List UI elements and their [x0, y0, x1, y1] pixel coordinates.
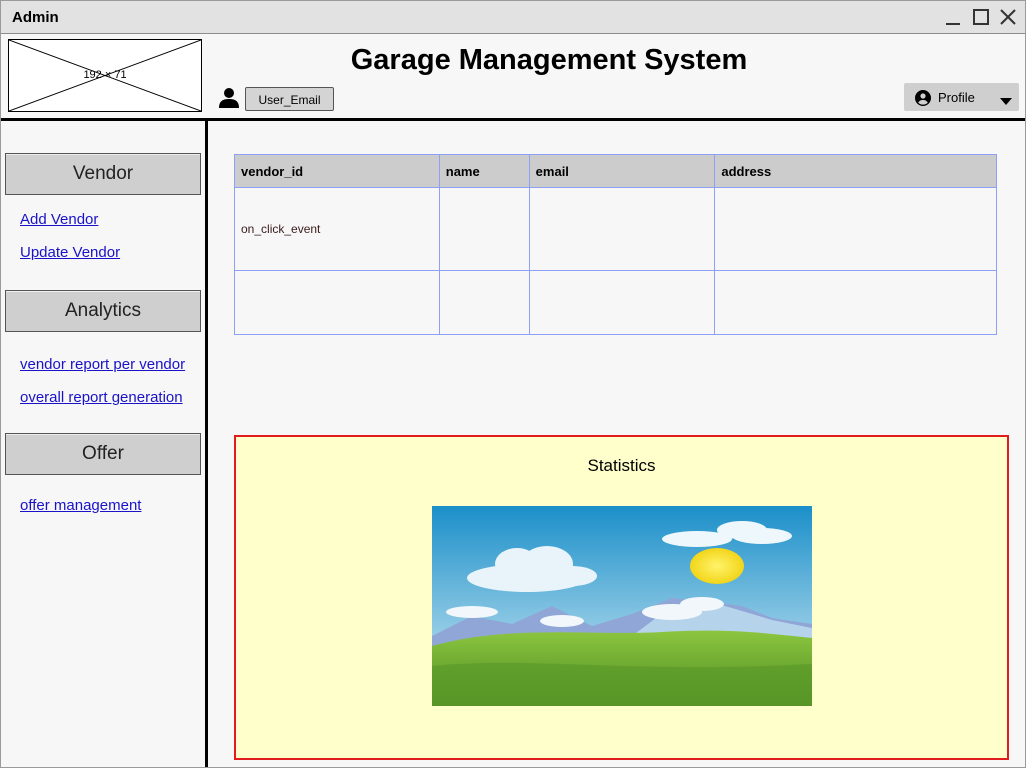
table-cell	[528, 187, 716, 271]
app-header: 192 × 71 Garage Management System User_E…	[1, 34, 1025, 121]
app-window: Admin 192 × 71 Garage Management System …	[0, 0, 1026, 768]
statistics-title: Statistics	[587, 456, 656, 475]
account-circle-icon	[915, 90, 931, 109]
column-header-email[interactable]: email	[528, 154, 716, 188]
table-cell: on_click_event	[234, 187, 440, 271]
table-header-row: vendor_id name email address	[234, 154, 997, 188]
table-cell	[438, 270, 530, 335]
sidebar: Vendor Add Vendor Update Vendor Analytic…	[1, 121, 208, 767]
table-cell	[438, 187, 530, 271]
vendor-report-link[interactable]: vendor report per vendor	[20, 356, 185, 373]
table-row[interactable]	[234, 270, 997, 335]
column-header-name[interactable]: name	[438, 154, 530, 188]
column-header-vendor-id[interactable]: vendor_id	[234, 154, 440, 188]
landscape-image-placeholder	[432, 506, 812, 706]
logo-placeholder: 192 × 71	[8, 39, 202, 112]
vendor-table: vendor_id name email address on_click_ev…	[234, 154, 997, 335]
table-cell	[234, 270, 440, 335]
sidebar-section-vendor[interactable]: Vendor	[5, 153, 201, 195]
column-header-address[interactable]: address	[714, 154, 997, 188]
logo-placeholder-label: 192 × 71	[83, 69, 127, 81]
table-row[interactable]: on_click_event	[234, 187, 997, 271]
overall-report-link[interactable]: overall report generation	[20, 389, 183, 406]
minimize-icon[interactable]	[943, 7, 963, 27]
table-cell	[528, 270, 716, 335]
profile-dropdown[interactable]: Profile	[904, 83, 1019, 111]
close-icon[interactable]	[998, 7, 1018, 27]
user-email-button[interactable]: User_Email	[245, 87, 334, 111]
maximize-icon[interactable]	[971, 7, 991, 27]
offer-management-link[interactable]: offer management	[20, 497, 141, 514]
add-vendor-link[interactable]: Add Vendor	[20, 211, 98, 228]
user-icon	[218, 87, 240, 114]
chevron-down-icon	[1000, 94, 1012, 109]
statistics-panel: Statistics	[234, 435, 1009, 760]
page-title: Garage Management System	[350, 44, 748, 76]
update-vendor-link[interactable]: Update Vendor	[20, 244, 120, 261]
sidebar-section-offer[interactable]: Offer	[5, 433, 201, 475]
window-title: Admin	[12, 9, 59, 26]
title-bar: Admin	[1, 1, 1025, 34]
table-cell	[714, 187, 997, 271]
sidebar-section-analytics[interactable]: Analytics	[5, 290, 201, 332]
table-cell	[714, 270, 997, 335]
profile-label: Profile	[938, 90, 975, 105]
